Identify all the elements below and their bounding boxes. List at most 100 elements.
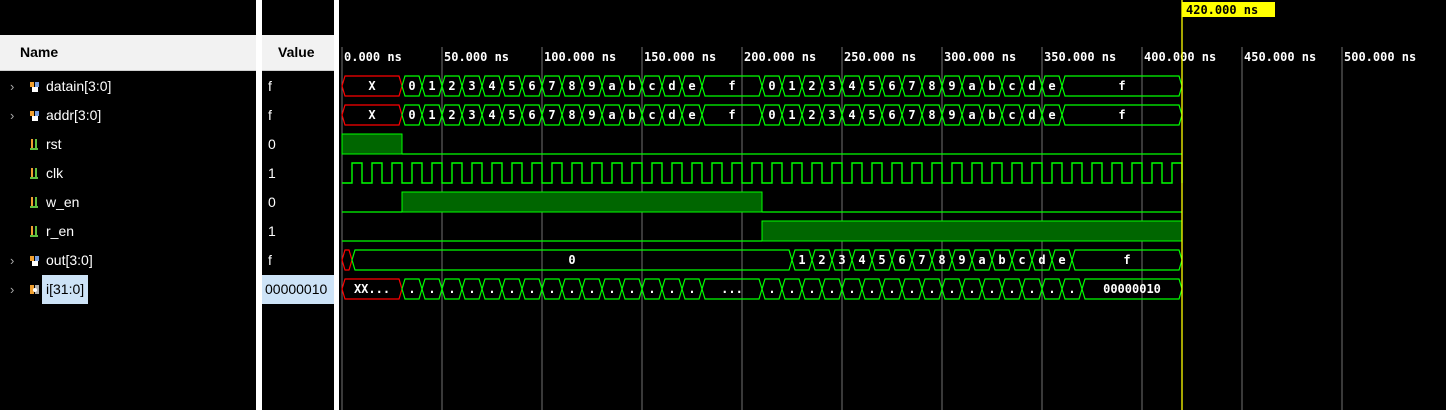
out-segment-label: e [1058,253,1065,267]
i-segment-label: . [848,282,855,296]
datain-segment-label: 1 [428,79,435,93]
out-segment-label: 0 [568,253,575,267]
name-column-header[interactable]: Name [0,35,256,71]
addr-segment-label: d [668,108,675,122]
addr-segment-label: f [1118,108,1125,122]
integer-icon [30,285,39,294]
signal-row[interactable]: › out[3:0] [0,246,256,275]
datain-segment-label: f [1118,79,1125,93]
out-segment-label: 7 [918,253,925,267]
i-segment-label: . [828,282,835,296]
i-segment-label: . [948,282,955,296]
i-segment-label: . [788,282,795,296]
signal-row[interactable]: r_en [0,217,256,246]
i-segment-label: . [768,282,775,296]
datain-segment-label: 2 [448,79,455,93]
value-column-header[interactable]: Value [262,35,334,71]
addr-segment-label: 8 [568,108,575,122]
i-segment-label: . [568,282,575,296]
out-segment-label: 4 [858,253,865,267]
expand-chevron-icon[interactable]: › [10,101,20,130]
datain-segment-label: 4 [848,79,855,93]
out-segment-label: 9 [958,253,965,267]
signal-name: i[31:0] [42,275,89,304]
datain-segment-label: 7 [548,79,555,93]
signal-name: clk [46,165,64,181]
signal-row[interactable]: › addr[3:0] [0,101,256,130]
addr-segment-label: 6 [528,108,535,122]
signal-row[interactable]: rst [0,130,256,159]
out-segment-label: 6 [898,253,905,267]
i-segment-label: . [968,282,975,296]
i-segment-label: . [1048,282,1055,296]
signal-value: f [268,252,272,268]
i-segment-label: . [908,282,915,296]
signal-row[interactable]: w_en [0,188,256,217]
addr-segment-label: 7 [908,108,915,122]
addr-segment-label: 2 [448,108,455,122]
i-segment-label: ... [721,282,743,296]
i-segment-label: . [468,282,475,296]
expand-chevron-icon[interactable]: › [10,72,20,101]
addr-segment-label: 7 [548,108,555,122]
datain-segment-label: f [728,79,735,93]
signal-name: rst [46,136,62,152]
expand-chevron-icon[interactable]: › [10,275,20,304]
datain-segment-label: b [628,79,635,93]
signal-row[interactable]: › datain[3:0] [0,72,256,101]
out-segment-label: 5 [878,253,885,267]
signal-name: out[3:0] [46,252,93,268]
datain-segment-label: 0 [768,79,775,93]
addr-segment-label: c [1008,108,1015,122]
i-segment-label: . [448,282,455,296]
time-tick-label: 200.000 ns [744,50,816,64]
time-tick-label: 400.000 ns [1144,50,1216,64]
out-segment-label: f [1123,253,1130,267]
datain-segment-label: 5 [868,79,875,93]
signal-row[interactable]: clk [0,159,256,188]
waveform-area[interactable]: 0.000 ns 50.000 ns 100.000 ns 150.000 ns 200… [340,0,1446,410]
value-header-label: Value [278,44,315,60]
r_en-high [761,220,1183,242]
i-segment-label: . [508,282,515,296]
splitter-right[interactable] [334,0,339,410]
out-segment-label: d [1038,253,1045,267]
addr-segment-label: e [1048,108,1055,122]
addr-segment-label: 0 [408,108,415,122]
signal-value: 00000010 [262,275,334,304]
w_en-high [401,191,763,213]
bus-icon [30,82,39,92]
i-segment-label: . [888,282,895,296]
datain-segment-label: 0 [408,79,415,93]
datain-segment-label: 6 [528,79,535,93]
time-tick-label: 250.000 ns [844,50,916,64]
datain-segment-label: 8 [568,79,575,93]
datain-segment-label: 1 [788,79,795,93]
addr-segment-label: 1 [788,108,795,122]
datain-segment-label: 3 [828,79,835,93]
name-panel: Name › datain[3:0] › addr[3:0] rst clk w_en r_e… [0,0,256,410]
signal-row[interactable]: › i[31:0] [0,275,256,304]
datain-segment-label: 5 [508,79,515,93]
i-segment-label: . [548,282,555,296]
addr-segment-label: 3 [828,108,835,122]
value-panel: Value f f 0 1 0 1 f 00000010 [262,0,334,410]
i-segment-label: . [608,282,615,296]
i-segment-label: . [648,282,655,296]
i-segment-label: . [988,282,995,296]
datain-segment-label: a [968,79,975,93]
addr-segment-label: 9 [588,108,595,122]
addr-segment-label: e [688,108,695,122]
addr-segment-label: 5 [868,108,875,122]
datain-segment-label: d [668,79,675,93]
i-segment-label: . [1008,282,1015,296]
datain-segment-label: c [648,79,655,93]
addr-segment-label: b [988,108,995,122]
addr-segment-label: 6 [888,108,895,122]
i-segment-label: . [588,282,595,296]
time-tick-label: 300.000 ns [944,50,1016,64]
datain-segment-label: a [608,79,615,93]
signal-value: f [268,107,272,123]
addr-segment-label: 2 [808,108,815,122]
expand-chevron-icon[interactable]: › [10,246,20,275]
